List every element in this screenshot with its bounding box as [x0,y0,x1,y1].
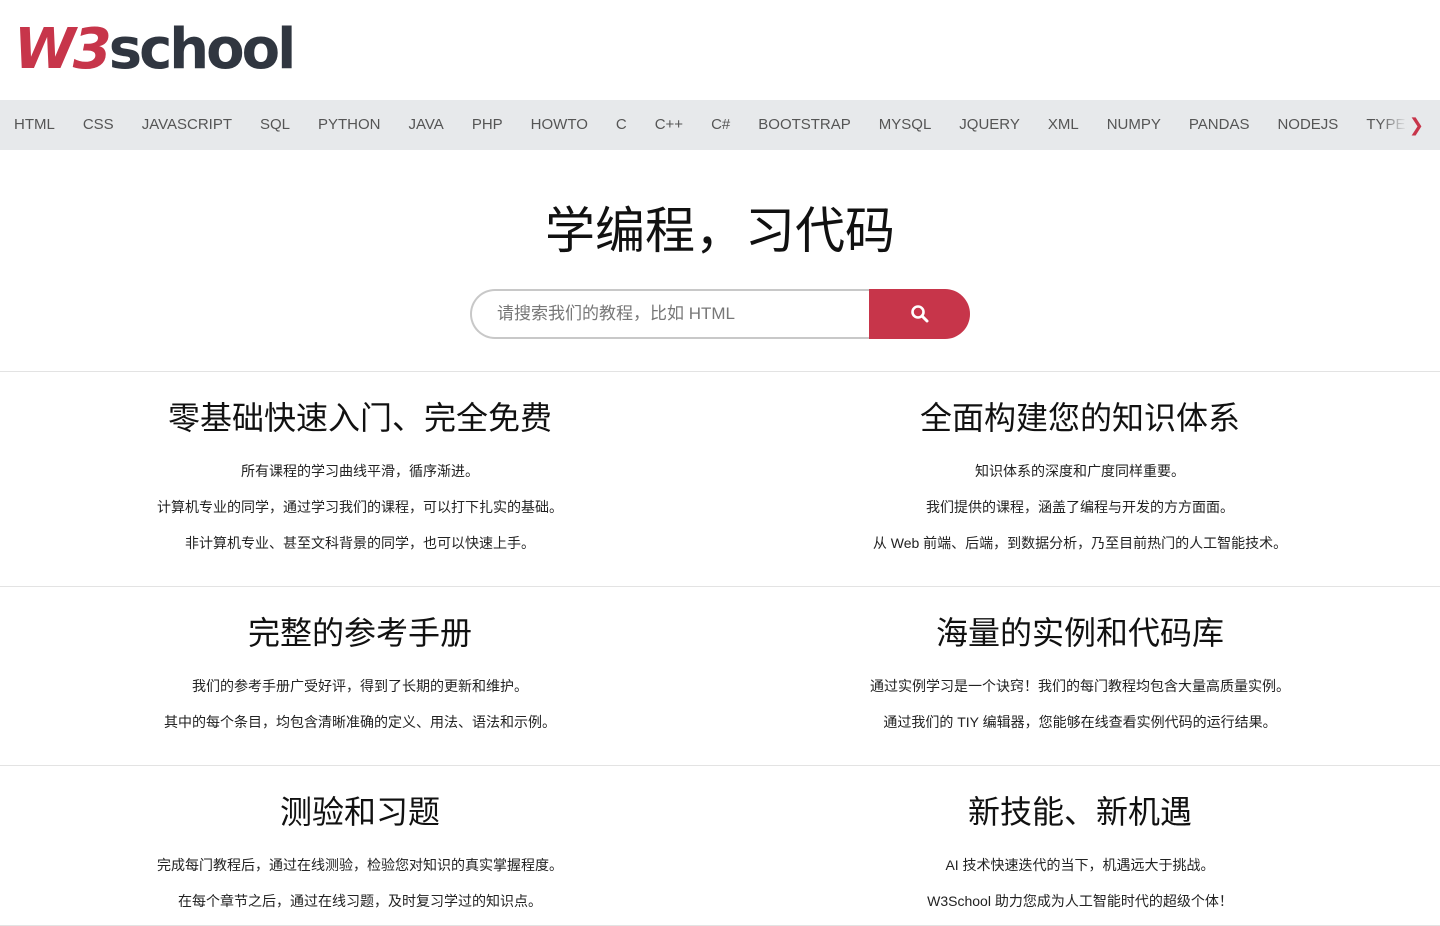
search-form [470,289,970,339]
feature-text: 从 Web 前端、后端，到数据分析，乃至目前热门的人工智能技术。 [872,535,1288,551]
nav-item-css[interactable]: CSS [69,100,128,150]
feature-text: 非计算机专业、甚至文科背景的同学，也可以快速上手。 [185,535,535,551]
feature-text: W3School 助力您成为人工智能时代的超级个体！ [927,893,1233,909]
feature-block: 全面构建您的知识体系知识体系的深度和广度同样重要。我们提供的课程，涵盖了编程与开… [720,371,1440,561]
feature-row: 完整的参考手册我们的参考手册广受好评，得到了长期的更新和维护。其中的每个条目，均… [0,586,1440,766]
nav-item-csharp[interactable]: C# [697,100,744,150]
feature-text: 我们的参考手册广受好评，得到了长期的更新和维护。 [192,678,528,694]
topnav-scroll-right[interactable]: ❯ [1380,100,1440,150]
logo-school: school [108,17,297,82]
feature-block: 完整的参考手册我们的参考手册广受好评，得到了长期的更新和维护。其中的每个条目，均… [0,586,720,740]
feature-text: 我们提供的课程，涵盖了编程与开发的方方面面。 [926,499,1234,515]
feature-text: 在每个章节之后，通过在线习题，及时复习学过的知识点。 [178,893,542,909]
nav-item-php[interactable]: PHP [458,100,517,150]
feature-row: 测验和习题完成每门教程后，通过在线测验，检验您对知识的真实掌握程度。 在每个章节之… [0,765,1440,926]
feature-block: 新技能、新机遇 AI 技术快速迭代的当下，机遇远大于挑战。 W3School 助力您… [720,765,1440,919]
nav-item-jquery[interactable]: JQUERY [945,100,1034,150]
feature-block: 海量的实例和代码库通过实例学习是一个诀窍！我们的每门教程均包含大量高质量实例。通… [720,586,1440,740]
feature-text: 其中的每个条目，均包含清晰准确的定义、用法、语法和示例。 [164,714,556,730]
feature-title: 测验和习题 [279,793,440,831]
feature-text: 完成每门教程后，通过在线测验，检验您对知识的真实掌握程度。 [157,857,563,873]
feature-title: 全面构建您的知识体系 [919,399,1240,437]
feature-text: 所有课程的学习曲线平滑，循序渐进。 [241,463,479,479]
feature-block: 零基础快速入门、完全免费所有课程的学习曲线平滑，循序渐进。计算机专业的同学，通过… [0,371,720,561]
nav-item-mysql[interactable]: MYSQL [865,100,946,150]
nav-item-bootstrap[interactable]: BOOTSTRAP [744,100,865,150]
feature-text: 通过我们的 TIY 编辑器，您能够在线查看实例代码的运行结果。 [883,714,1277,730]
site-header: W3 school [0,0,1440,100]
nav-item-html[interactable]: HTML [0,100,69,150]
topnav: HTML CSS JAVASCRIPT SQL PYTHON JAVA PHP HOWTO C C… [0,100,1440,150]
nav-item-java[interactable]: JAVA [395,100,458,150]
chevron-right-icon[interactable]: ❯ [1409,115,1424,136]
nav-item-xml[interactable]: XML [1034,100,1093,150]
search-input[interactable] [470,289,870,339]
feature-text: 通过实例学习是一个诀窍！我们的每门教程均包含大量高质量实例。 [870,678,1290,694]
nav-item-javascript[interactable]: JAVASCRIPT [128,100,246,150]
feature-text: 知识体系的深度和广度同样重要。 [975,463,1185,479]
hero-title: 学编程，习代码 [545,202,895,260]
feature-title: 新技能、新机遇 [967,793,1192,831]
hero-section: 学编程，习代码 [0,150,1440,372]
nav-item-nodejs[interactable]: NODEJS [1263,100,1352,150]
nav-item-pandas[interactable]: PANDAS [1175,100,1264,150]
search-button[interactable] [869,289,970,339]
nav-item-howto[interactable]: HOWTO [517,100,602,150]
topnav-list: HTML CSS JAVASCRIPT SQL PYTHON JAVA PHP HOWTO C C… [0,100,1440,150]
nav-item-python[interactable]: PYTHON [304,100,395,150]
feature-text: AI 技术快速迭代的当下，机遇远大于挑战。 [945,857,1215,873]
feature-block: 测验和习题完成每门教程后，通过在线测验，检验您对知识的真实掌握程度。 在每个章节之… [0,765,720,919]
w3school-logo[interactable]: W3 school [14,17,297,82]
feature-title: 海量的实例和代码库 [935,614,1224,652]
feature-text: 计算机专业的同学，通过学习我们的课程，可以打下扎实的基础。 [157,499,563,515]
feature-title: 零基础快速入门、完全免费 [167,399,552,437]
nav-item-c[interactable]: C [602,100,641,150]
nav-item-sql[interactable]: SQL [246,100,304,150]
nav-item-cpp[interactable]: C++ [641,100,697,150]
feature-title: 完整的参考手册 [247,614,472,652]
logo-w3: W3 [14,17,112,82]
feature-row: 零基础快速入门、完全免费所有课程的学习曲线平滑，循序渐进。计算机专业的同学，通过… [0,371,1440,587]
search-icon [910,305,928,323]
nav-item-numpy[interactable]: NUMPY [1093,100,1175,150]
